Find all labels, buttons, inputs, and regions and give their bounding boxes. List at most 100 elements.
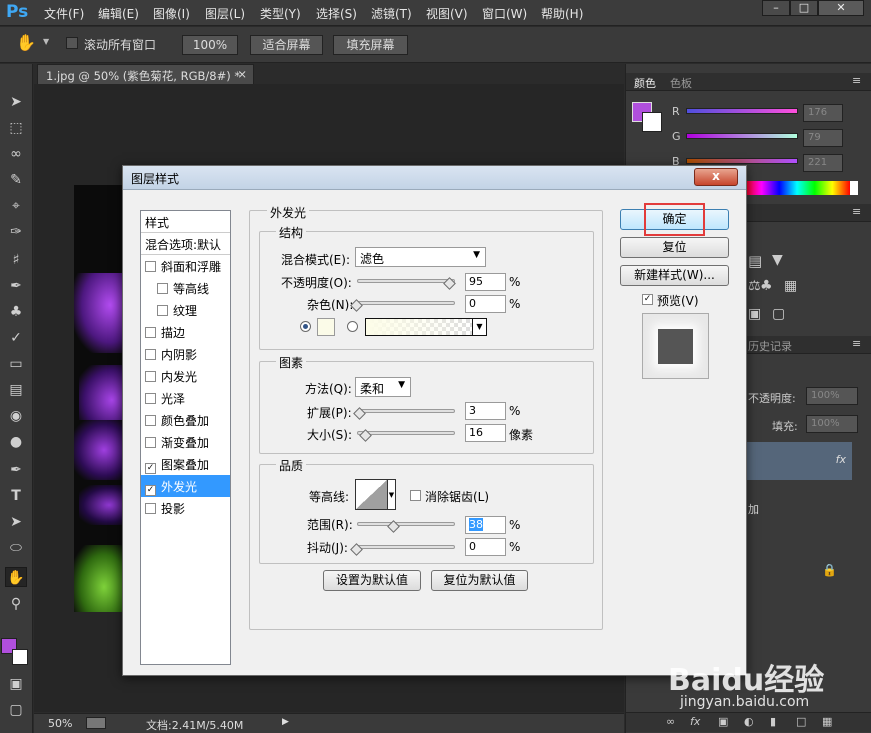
layer-opacity-field[interactable]: 100%	[806, 387, 858, 405]
style-item[interactable]: 光泽	[141, 387, 230, 409]
ellipse-tool-icon[interactable]: ⬭	[5, 538, 27, 558]
style-item[interactable]: 斜面和浮雕	[141, 255, 230, 277]
style-checkbox[interactable]	[157, 305, 168, 316]
b-value[interactable]: 221	[803, 154, 843, 172]
method-select[interactable]: 柔和 ▼	[355, 377, 411, 397]
blend-mode-select[interactable]: 滤色 ▼	[355, 247, 486, 267]
scroll-all-checkbox[interactable]	[66, 37, 78, 49]
status-arrow-icon[interactable]: ▶	[282, 717, 289, 727]
menu-layer[interactable]: 图层(L)	[205, 5, 245, 22]
style-checkbox[interactable]	[145, 349, 156, 360]
style-checkbox[interactable]: ✓	[145, 485, 156, 496]
color-radio[interactable]	[300, 321, 311, 332]
new-style-button[interactable]: 新建样式(W)...	[620, 265, 729, 286]
fit-screen-button[interactable]: 适合屏幕	[250, 35, 323, 55]
g-value[interactable]: 79	[803, 129, 843, 147]
style-item[interactable]: 内发光	[141, 365, 230, 387]
style-checkbox[interactable]	[145, 437, 156, 448]
eyedropper-tool-icon[interactable]: ✑	[5, 222, 27, 242]
chevron-down-icon[interactable]: ▼	[43, 37, 49, 46]
panel-menu-icon[interactable]: ≡	[852, 205, 861, 218]
menu-help[interactable]: 帮助(H)	[541, 5, 583, 22]
hand-tool-active-icon[interactable]: ✋	[5, 567, 27, 587]
menu-window[interactable]: 窗口(W)	[482, 5, 527, 22]
size-field[interactable]: 16	[465, 424, 506, 442]
gradient-picker[interactable]: ▼	[365, 318, 487, 336]
panel-menu-icon[interactable]: ≡	[852, 337, 861, 350]
noise-slider[interactable]	[357, 301, 455, 305]
marquee-tool-icon[interactable]: ⬚	[5, 118, 27, 138]
spectrum-white[interactable]	[850, 181, 858, 195]
blending-options[interactable]: 混合选项:默认	[141, 233, 230, 255]
move-tool-icon[interactable]: ➤	[5, 92, 27, 112]
b-slider[interactable]	[686, 158, 798, 164]
menu-file[interactable]: 文件(F)	[44, 5, 84, 22]
adjustment-layer-icon[interactable]: ◐	[744, 715, 754, 728]
contour-preview[interactable]	[355, 479, 388, 510]
r-value[interactable]: 176	[803, 104, 843, 122]
style-checkbox[interactable]: ✓	[145, 463, 156, 474]
noise-field[interactable]: 0	[465, 295, 506, 313]
jitter-slider[interactable]	[357, 545, 455, 549]
maximize-button[interactable]: □	[790, 0, 818, 16]
zoom-100-button[interactable]: 100%	[182, 35, 238, 55]
gradient-tool-icon[interactable]: ▤	[5, 380, 27, 400]
opacity-field[interactable]: 95	[465, 273, 506, 291]
spread-field[interactable]: 3	[465, 402, 506, 420]
style-item[interactable]: 等高线	[141, 277, 230, 299]
fx-add-icon[interactable]: fx	[690, 715, 700, 728]
healing-brush-tool-icon[interactable]: ♯	[5, 250, 27, 270]
style-checkbox[interactable]	[145, 503, 156, 514]
history-brush-tool-icon[interactable]: ✓	[5, 328, 27, 348]
set-default-button[interactable]: 设置为默认值	[323, 570, 421, 591]
style-item[interactable]: 描边	[141, 321, 230, 343]
channel-mixer-icon[interactable]: ♣	[760, 278, 773, 294]
chevron-down-icon[interactable]: ▼	[472, 319, 486, 335]
style-checkbox[interactable]	[157, 283, 168, 294]
document-tab[interactable]: 1.jpg @ 50% (紫色菊花, RGB/8#) * ×	[37, 64, 254, 84]
style-item[interactable]: 投影	[141, 497, 230, 519]
menu-type[interactable]: 类型(Y)	[260, 5, 301, 22]
dialog-titlebar[interactable]: 图层样式	[123, 166, 746, 190]
type-tool-icon[interactable]: T	[5, 486, 27, 506]
reset-button[interactable]: 复位	[620, 237, 729, 258]
spread-slider[interactable]	[357, 409, 455, 413]
layer-effect-label[interactable]: 加	[748, 501, 759, 517]
style-checkbox[interactable]	[145, 393, 156, 404]
menu-select[interactable]: 选择(S)	[316, 5, 357, 22]
style-checkbox[interactable]	[145, 415, 156, 426]
zoom-level[interactable]: 50%	[48, 717, 72, 730]
tab-swatches[interactable]: 色板	[670, 75, 692, 91]
range-field[interactable]: 38	[465, 516, 506, 534]
tab-history[interactable]: 历史记录	[748, 338, 792, 354]
link-layers-icon[interactable]: ∞	[666, 715, 675, 728]
screen-mode-icon[interactable]: ▢	[5, 700, 27, 720]
lasso-tool-icon[interactable]: ∞	[5, 144, 27, 164]
style-item[interactable]: 颜色叠加	[141, 409, 230, 431]
fx-icon[interactable]: fx	[836, 453, 846, 466]
hand-tool-icon[interactable]: ✋	[16, 33, 36, 52]
blur-tool-icon[interactable]: ◉	[5, 406, 27, 426]
range-slider[interactable]	[357, 522, 455, 526]
minimize-button[interactable]: –	[762, 0, 790, 16]
background-color-swatch[interactable]	[12, 649, 28, 665]
zoom-tool-icon[interactable]: ⚲	[5, 594, 27, 614]
reset-default-button[interactable]: 复位为默认值	[431, 570, 528, 591]
style-item[interactable]: ✓ 外发光	[141, 475, 230, 497]
close-tab-icon[interactable]: ×	[237, 67, 247, 81]
group-icon[interactable]: ▮	[770, 715, 776, 728]
style-item[interactable]: 纹理	[141, 299, 230, 321]
levels-icon[interactable]: ▤	[748, 252, 762, 270]
fill-screen-button[interactable]: 填充屏幕	[333, 35, 408, 55]
path-select-tool-icon[interactable]: ➤	[5, 512, 27, 532]
styles-header[interactable]: 样式	[141, 211, 230, 233]
style-checkbox[interactable]	[145, 327, 156, 338]
panel-menu-icon[interactable]: ≡	[852, 74, 861, 87]
gradient-radio[interactable]	[347, 321, 358, 332]
new-layer-icon[interactable]: □	[796, 715, 806, 728]
style-item[interactable]: 渐变叠加	[141, 431, 230, 453]
dodge-tool-icon[interactable]: ●	[5, 432, 27, 452]
crop-tool-icon[interactable]: ⌖	[5, 196, 27, 216]
triangle-icon[interactable]: ▼	[772, 252, 783, 268]
layer-fill-field[interactable]: 100%	[806, 415, 858, 433]
